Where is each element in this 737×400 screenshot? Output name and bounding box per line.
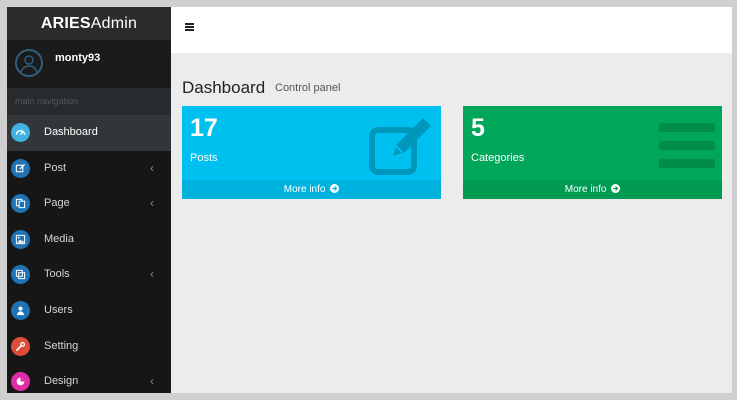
more-info-label: More info bbox=[283, 184, 326, 195]
wrench-icon bbox=[11, 336, 30, 356]
sidebar-item-tools[interactable]: Tools ‹ bbox=[7, 257, 171, 293]
hamburger-icon[interactable] bbox=[185, 23, 194, 31]
categories-stat-box: 5 Categories More info bbox=[463, 106, 722, 199]
sidebar-item-label: Design bbox=[44, 375, 79, 388]
sidebar: ARIESAdmin monty93 main navigation Dashb… bbox=[7, 7, 171, 393]
user-icon bbox=[11, 300, 30, 320]
sidebar-item-page[interactable]: Page ‹ bbox=[7, 186, 171, 222]
sidebar-item-label: Page bbox=[44, 197, 70, 210]
sidebar-item-label: Setting bbox=[44, 339, 79, 352]
sidebar-item-setting[interactable]: Setting bbox=[7, 329, 171, 365]
chevron-left-icon[interactable]: ‹ bbox=[150, 374, 154, 388]
pie-chart-icon bbox=[11, 372, 30, 392]
sidebar-item-label: Users bbox=[44, 303, 73, 316]
sidebar-item-post[interactable]: Post ‹ bbox=[7, 151, 171, 187]
brand-bold: ARIES bbox=[40, 15, 91, 32]
sidebar-item-users[interactable]: Users bbox=[7, 293, 171, 329]
chevron-left-icon[interactable]: ‹ bbox=[150, 161, 154, 175]
clone-icon bbox=[11, 265, 30, 285]
username: monty93 bbox=[55, 52, 101, 64]
sidebar-item-label: Dashboard bbox=[44, 126, 98, 138]
image-icon bbox=[11, 229, 30, 249]
sidebar-item-label: Media bbox=[44, 232, 74, 245]
sidebar-item-media[interactable]: Media bbox=[7, 222, 171, 258]
sidebar-item-label: Post bbox=[44, 161, 67, 174]
page-subtitle: Control panel bbox=[275, 82, 341, 94]
posts-label: Posts bbox=[190, 152, 218, 164]
brand-light: Admin bbox=[90, 15, 138, 32]
categories-label: Categories bbox=[471, 152, 525, 164]
edit-icon bbox=[369, 118, 431, 175]
chevron-left-icon[interactable]: ‹ bbox=[150, 267, 154, 281]
sidebar-item-label: Tools bbox=[44, 268, 70, 281]
nav-header: main navigation bbox=[7, 88, 171, 115]
sidebar-item-dashboard[interactable]: Dashboard bbox=[7, 115, 171, 151]
categories-count: 5 bbox=[471, 114, 485, 142]
app-frame: ARIESAdmin monty93 main navigation Dashb… bbox=[7, 7, 732, 393]
main-content: Dashboard Control panel 17 Posts More in… bbox=[171, 53, 732, 393]
posts-more-info-link[interactable]: More info bbox=[182, 180, 441, 199]
user-avatar-icon bbox=[20, 55, 38, 73]
sidebar-item-design[interactable]: Design ‹ bbox=[7, 364, 171, 393]
top-navbar bbox=[171, 7, 732, 53]
brand-logo[interactable]: ARIESAdmin bbox=[7, 7, 171, 40]
posts-count: 17 bbox=[190, 114, 218, 142]
copy-icon bbox=[11, 194, 30, 214]
more-info-label: More info bbox=[564, 184, 607, 195]
dashboard-icon bbox=[11, 123, 30, 142]
edit-icon bbox=[11, 158, 30, 178]
list-icon bbox=[659, 123, 715, 168]
chevron-left-icon[interactable]: ‹ bbox=[150, 196, 154, 210]
page-title: Dashboard bbox=[182, 78, 266, 97]
arrow-circle-right-icon bbox=[611, 184, 621, 193]
arrow-circle-right-icon bbox=[330, 184, 340, 193]
user-panel: monty93 bbox=[7, 40, 171, 88]
avatar bbox=[15, 49, 43, 77]
posts-stat-box: 17 Posts More info bbox=[182, 106, 441, 199]
categories-more-info-link[interactable]: More info bbox=[463, 180, 722, 199]
